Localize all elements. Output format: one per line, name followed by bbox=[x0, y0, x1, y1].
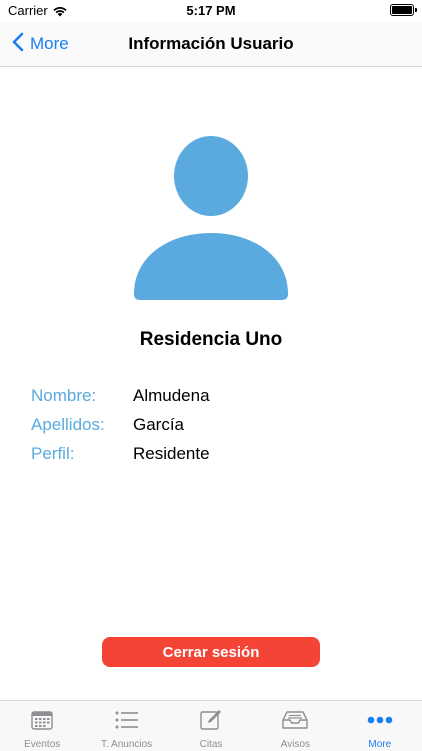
tab-anuncios[interactable]: T. Anuncios bbox=[84, 701, 168, 751]
tab-more[interactable]: More bbox=[338, 701, 422, 751]
perfil-label: Perfil: bbox=[31, 444, 75, 463]
info-row-perfil: Perfil: Residente bbox=[31, 444, 210, 468]
navigation-bar: More Información Usuario bbox=[0, 22, 422, 67]
tab-bar: Eventos T. Anuncios Citas Avisos More bbox=[0, 700, 422, 751]
apellidos-label: Apellidos: bbox=[31, 415, 105, 434]
residence-name: Residencia Uno bbox=[139, 329, 283, 350]
info-row-apellidos: Apellidos: García bbox=[31, 415, 184, 439]
status-time: 5:17 PM bbox=[186, 3, 236, 18]
apellidos-value: García bbox=[133, 415, 185, 434]
tab-citas[interactable]: Citas bbox=[169, 701, 253, 751]
info-row-nombre: Nombre: Almudena bbox=[31, 386, 210, 410]
list-icon bbox=[115, 709, 139, 731]
more-icon bbox=[367, 709, 393, 731]
status-bar: Carrier 5:17 PM bbox=[0, 0, 422, 22]
page-title: Información Usuario bbox=[128, 34, 294, 53]
tab-avisos[interactable]: Avisos bbox=[253, 701, 337, 751]
battery-icon bbox=[390, 4, 417, 16]
avatar bbox=[134, 136, 290, 302]
calendar-icon bbox=[31, 709, 53, 731]
nombre-label: Nombre: bbox=[31, 386, 97, 405]
tab-eventos[interactable]: Eventos bbox=[0, 701, 84, 751]
tab-label-more: More bbox=[368, 739, 392, 750]
edit-icon bbox=[200, 709, 222, 731]
tab-label-eventos: Eventos bbox=[24, 739, 61, 750]
nombre-value: Almudena bbox=[133, 386, 210, 405]
tab-label-anuncios: T. Anuncios bbox=[101, 739, 153, 750]
inbox-icon bbox=[282, 709, 309, 731]
perfil-value: Residente bbox=[133, 444, 210, 463]
logout-button[interactable]: Cerrar sesión bbox=[102, 637, 320, 667]
tab-label-citas: Citas bbox=[199, 739, 223, 750]
tab-label-avisos: Avisos bbox=[280, 739, 311, 750]
